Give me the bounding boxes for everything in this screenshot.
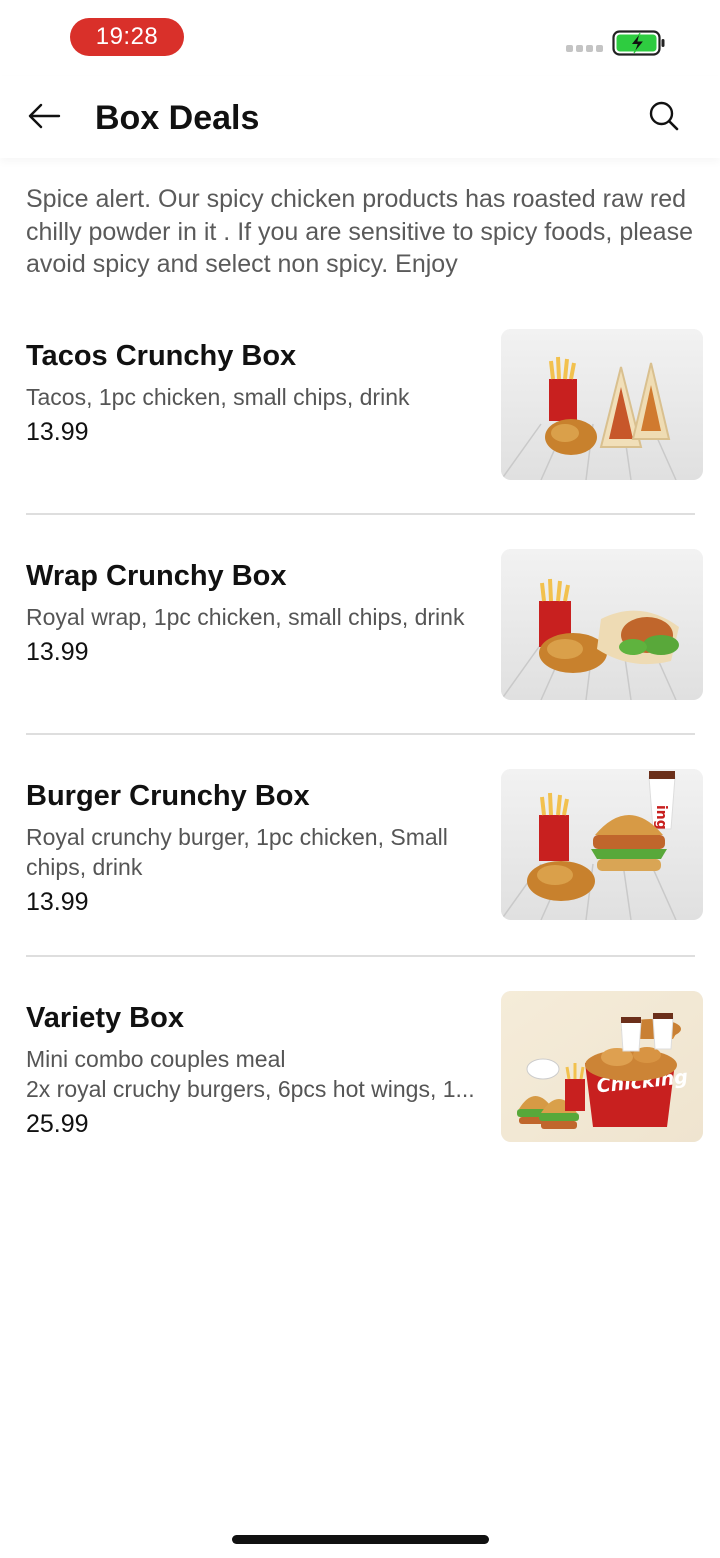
deal-image-burger: ing (501, 769, 703, 920)
page-title: Box Deals (95, 99, 260, 137)
deal-description-line: chips, drink (26, 854, 143, 880)
deal-description: Tacos, 1pc chicken, small chips, drink (26, 382, 500, 412)
deal-name: Variety Box (26, 1002, 184, 1034)
deal-item-burger-crunchy-box[interactable]: Burger Crunchy Box Royal crunchy burger,… (0, 769, 720, 920)
deal-image-tacos (501, 329, 703, 480)
deal-name: Wrap Crunchy Box (26, 560, 287, 592)
deal-text: Burger Crunchy Box Royal crunchy burger,… (26, 777, 500, 918)
deal-description-line: 2x royal cruchy burgers, 6pcs hot wings,… (26, 1076, 475, 1102)
divider (26, 733, 695, 735)
arrow-left-icon (28, 103, 61, 129)
deal-text: Variety Box Mini combo couples meal 2x r… (26, 999, 500, 1140)
signal-icon (566, 45, 603, 52)
app-header: Box Deals (0, 76, 720, 158)
deal-price: 25.99 (26, 1110, 89, 1138)
back-button[interactable] (24, 96, 64, 136)
battery-charging-icon (612, 30, 665, 56)
deal-price: 13.99 (26, 638, 89, 666)
deal-price: 13.99 (26, 418, 89, 446)
deal-item-wrap-crunchy-box[interactable]: Wrap Crunchy Box Royal wrap, 1pc chicken… (0, 549, 720, 700)
deal-name: Burger Crunchy Box (26, 780, 310, 812)
svg-text:ing: ing (653, 805, 669, 830)
home-indicator[interactable] (232, 1535, 489, 1544)
search-button[interactable] (644, 96, 684, 136)
deal-image-wrap (501, 549, 703, 700)
deal-description: Mini combo couples meal 2x royal cruchy … (26, 1044, 500, 1104)
search-icon (649, 101, 679, 131)
deal-name: Tacos Crunchy Box (26, 340, 297, 372)
deal-item-variety-box[interactable]: Variety Box Mini combo couples meal 2x r… (0, 991, 720, 1142)
deal-description-line: Tacos, 1pc chicken, small chips, drink (26, 384, 410, 410)
spice-alert-notice: Spice alert. Our spicy chicken products … (26, 185, 693, 278)
divider (26, 513, 695, 515)
deal-price: 13.99 (26, 888, 89, 916)
deal-description-line: Mini combo couples meal (26, 1046, 286, 1072)
deal-image-variety: Chicking (501, 991, 703, 1142)
status-time: 19:28 (70, 18, 184, 56)
divider (26, 955, 695, 957)
deal-description: Royal crunchy burger, 1pc chicken, Small… (26, 822, 500, 882)
deal-description: Royal wrap, 1pc chicken, small chips, dr… (26, 602, 500, 632)
status-bar: 19:28 (0, 0, 720, 76)
deal-text: Tacos Crunchy Box Tacos, 1pc chicken, sm… (26, 337, 500, 448)
deal-item-tacos-crunchy-box[interactable]: Tacos Crunchy Box Tacos, 1pc chicken, sm… (0, 329, 720, 480)
deal-description-line: Royal crunchy burger, 1pc chicken, Small (26, 824, 448, 850)
deal-text: Wrap Crunchy Box Royal wrap, 1pc chicken… (26, 557, 500, 668)
deal-description-line: Royal wrap, 1pc chicken, small chips, dr… (26, 604, 465, 630)
